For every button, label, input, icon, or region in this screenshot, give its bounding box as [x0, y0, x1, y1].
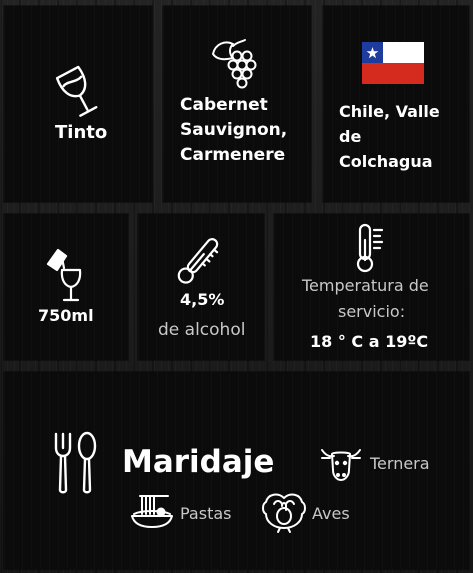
alcohol-label: de alcohol — [158, 320, 246, 340]
volume-label: 750ml — [38, 306, 94, 325]
turkey-icon — [262, 493, 306, 533]
grapes-icon — [212, 39, 257, 89]
bottle-pour-icon — [46, 248, 82, 302]
alcohol-value: 4,5% — [180, 290, 225, 309]
temperature-label-line-2: servicio: — [338, 302, 406, 321]
thermometer-icon — [177, 238, 219, 284]
origin-line-1: Chile, Valle — [339, 102, 440, 121]
volume-tile: 750ml — [4, 214, 128, 360]
pairing-title: Maridaje — [122, 444, 275, 480]
grapes-line-1: Cabernet — [180, 95, 268, 115]
temperature-label-line-1: Temperatura de — [302, 276, 429, 295]
temperature-tile: Temperatura de servicio: 18 ° C a 19ºC — [274, 214, 469, 360]
temperature-value: 18 ° C a 19ºC — [310, 332, 429, 351]
cutlery-icon — [54, 431, 97, 494]
alcohol-tile: 4,5% de alcohol — [138, 214, 264, 360]
pairing-beef-label: Ternera — [370, 454, 430, 473]
thermometer-scale-icon — [356, 223, 384, 273]
chile-flag-icon — [362, 42, 424, 84]
pairing-poultry-label: Aves — [312, 504, 350, 523]
wine-type-tile: Tinto — [4, 6, 152, 202]
pairing-pasta-label: Pastas — [180, 504, 232, 523]
origin-line-2: de — [339, 127, 362, 146]
wine-glass-icon — [55, 65, 98, 117]
grapes-tile: Cabernet Sauvignon, Carmenere — [163, 6, 311, 202]
grapes-line-2: Sauvignon, — [180, 120, 288, 140]
cow-icon — [321, 449, 361, 481]
origin-line-3: Colchagua — [339, 152, 433, 171]
origin-tile: Chile, Valle de Colchagua — [323, 6, 469, 202]
wine-type-label: Tinto — [55, 122, 108, 143]
pairing-tile: Maridaje Ternera Pastas Aves — [4, 372, 469, 569]
pasta-icon — [131, 495, 173, 528]
grapes-line-3: Carmenere — [180, 145, 286, 165]
